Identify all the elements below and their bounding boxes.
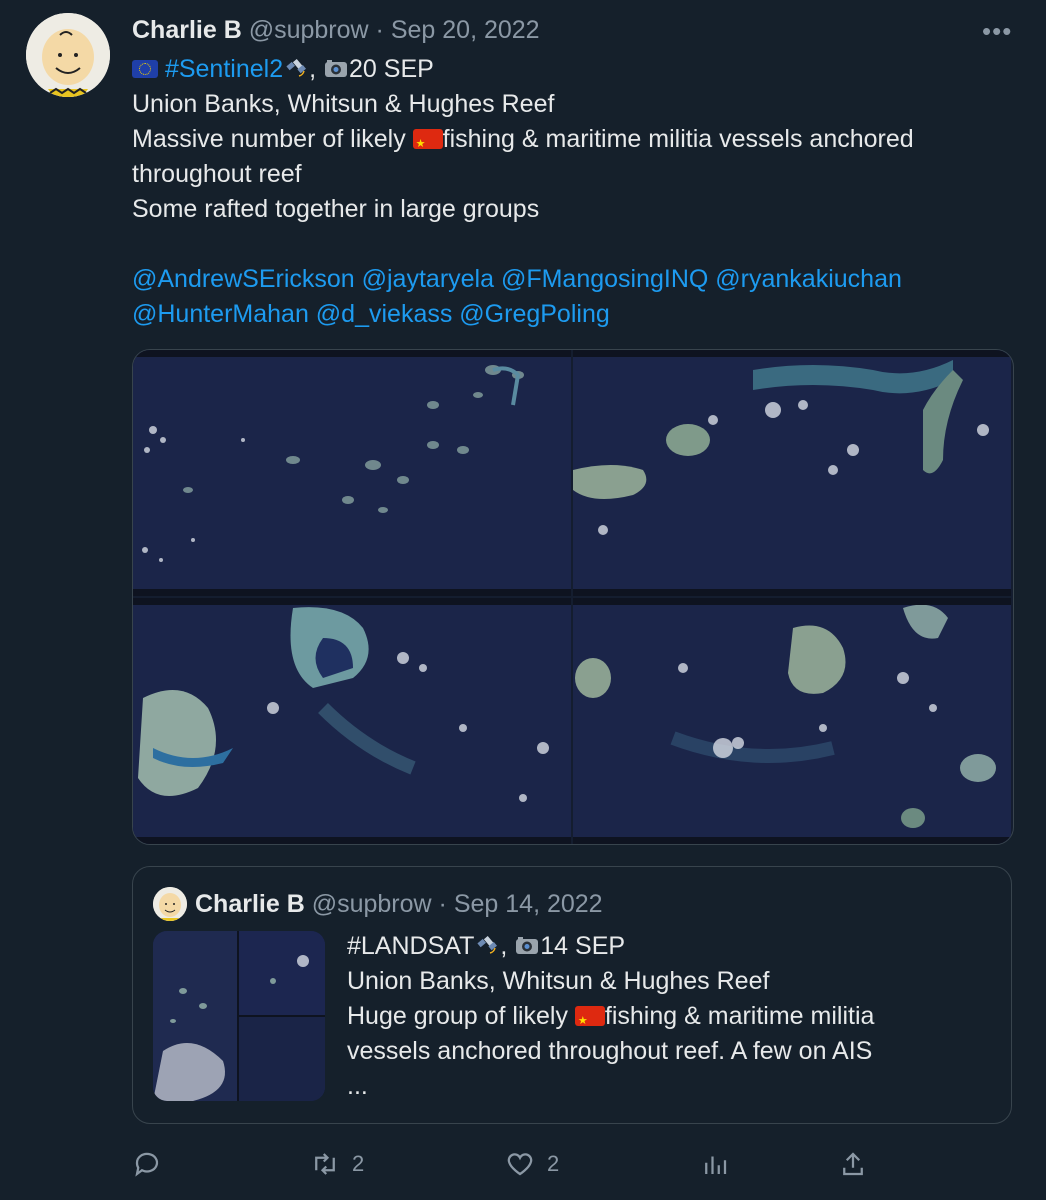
quoted-location: Union Banks, Whitsun & Hughes Reef	[347, 967, 770, 995]
line3-post: fishing & maritime militia vessels ancho…	[442, 125, 914, 153]
like-button[interactable]: 2	[505, 1144, 559, 1184]
quoted-line3-pre: Huge group of likely	[347, 1002, 575, 1030]
satellite-image-3[interactable]	[133, 598, 571, 844]
header-separator: ·	[375, 16, 384, 44]
mentions-line-1[interactable]: @AndrewSErickson @jaytaryela @FMangosing…	[132, 262, 1012, 297]
satellite-icon	[477, 936, 498, 954]
satellite-image-4[interactable]	[573, 598, 1011, 844]
views-button[interactable]	[700, 1144, 742, 1184]
line-rafted: Some rafted together in large groups	[132, 195, 540, 223]
line1-date: 20 SEP	[349, 55, 434, 83]
reply-icon	[135, 1152, 159, 1177]
camera-icon	[325, 60, 348, 77]
retweet-icon	[315, 1153, 335, 1175]
quoted-author-handle: @supbrow	[311, 890, 432, 918]
retweet-button[interactable]: 2	[310, 1144, 364, 1184]
tweet-text: #Sentinel2, 20 SEP Union Banks, Whitsun …	[132, 52, 1012, 332]
media-grid	[132, 349, 1014, 845]
retweet-count: 2	[352, 1151, 365, 1176]
quoted-date: Sep 14, 2022	[453, 890, 603, 918]
quoted-author-name: Charlie B	[195, 890, 305, 918]
satellite-image-2[interactable]	[573, 350, 1011, 596]
eu-flag-icon	[132, 60, 158, 78]
tweet-date[interactable]: Sep 20, 2022	[391, 16, 540, 44]
quoted-thumbnail	[153, 931, 325, 1101]
more-icon[interactable]: •••	[982, 16, 1012, 47]
quoted-author-avatar	[153, 887, 187, 921]
china-flag-icon	[412, 127, 443, 162]
share-icon	[843, 1152, 863, 1176]
quoted-tweet[interactable]: Charlie B @supbrow · Sep 14, 2022 #LANDS…	[132, 866, 1012, 1124]
satellite-icon	[286, 59, 307, 77]
share-button[interactable]	[838, 1144, 868, 1184]
quoted-hashtag: #LANDSAT	[347, 932, 475, 960]
line-throughout: throughout reef	[132, 160, 302, 188]
hashtag-sentinel2[interactable]: #Sentinel2	[165, 55, 283, 83]
quoted-header: Charlie B @supbrow · Sep 14, 2022	[153, 887, 603, 921]
camera-icon	[516, 937, 539, 954]
like-count: 2	[547, 1151, 560, 1176]
china-flag-icon	[574, 1004, 605, 1039]
action-bar: 2 2	[0, 1144, 1046, 1184]
quoted-line1-date: 14 SEP	[540, 932, 626, 960]
reply-button[interactable]	[132, 1144, 174, 1184]
author-avatar[interactable]	[26, 13, 110, 97]
author-handle[interactable]: @supbrow	[249, 16, 369, 44]
quoted-text: #LANDSAT, 14 SEP Union Banks, Whitsun & …	[347, 929, 987, 1104]
views-icon	[705, 1156, 727, 1174]
tweet-header: Charlie B @supbrow · Sep 20, 2022	[132, 14, 540, 46]
quoted-line5: ...	[347, 1072, 368, 1100]
line-location: Union Banks, Whitsun & Hughes Reef	[132, 90, 555, 118]
author-name[interactable]: Charlie B	[132, 16, 242, 44]
quoted-line4: vessels anchored throughout reef. A few …	[347, 1037, 873, 1065]
line3-pre: Massive number of likely	[132, 125, 413, 153]
mentions-line-2[interactable]: @HunterMahan @d_viekass @GregPoling	[132, 297, 1012, 332]
like-icon	[507, 1153, 533, 1176]
satellite-image-1[interactable]	[133, 350, 571, 596]
quoted-line3-post: fishing & maritime militia	[604, 1002, 875, 1030]
quoted-separator: ·	[438, 890, 447, 918]
